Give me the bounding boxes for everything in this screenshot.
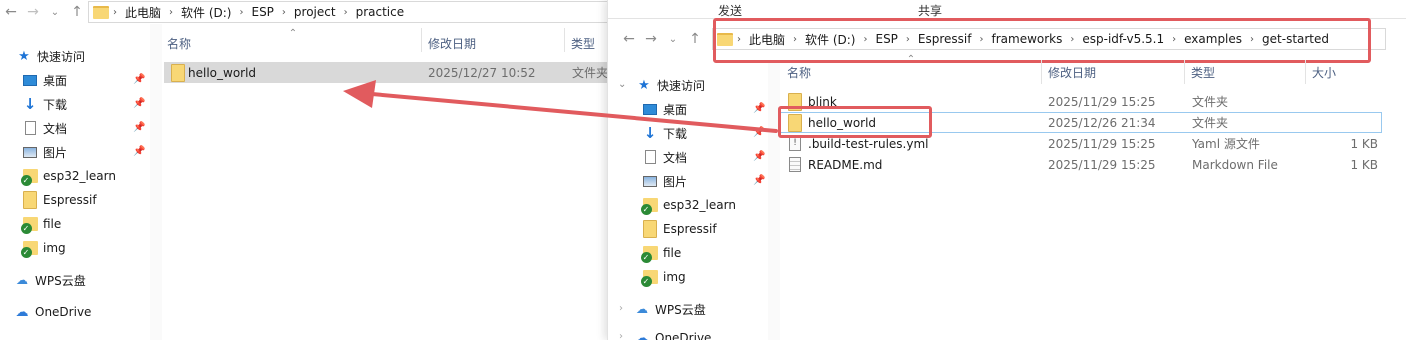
annotation-arrow <box>343 80 778 133</box>
arrow-head <box>343 80 376 108</box>
arrow-shaft <box>370 92 778 133</box>
